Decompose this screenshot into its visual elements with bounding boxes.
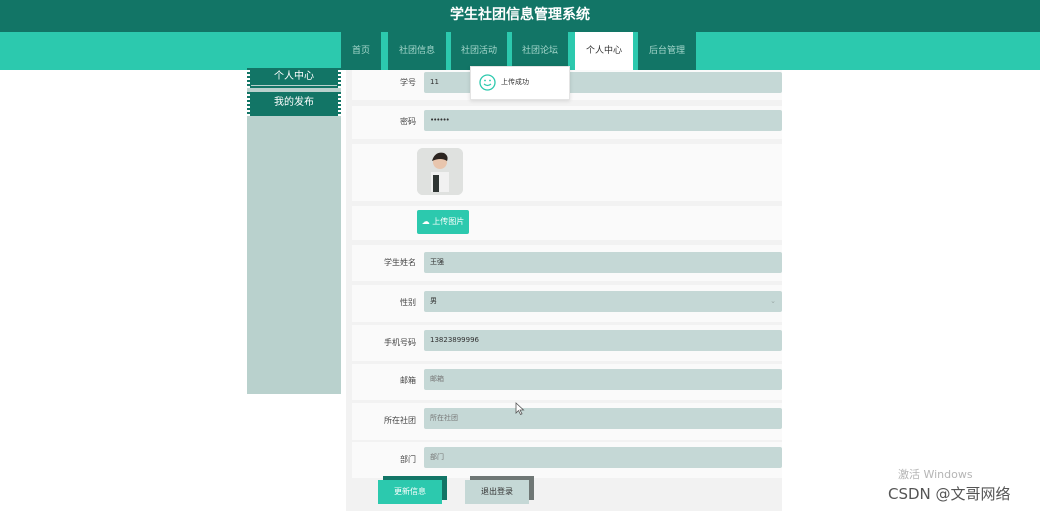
tab-edge-decoration [247,68,250,88]
phone-field[interactable]: 13823899996 [424,330,782,351]
field-label: 学生姓名 [384,258,416,267]
tab-club-forum[interactable]: 社团论坛 [512,32,568,70]
gender-select[interactable]: 男 ⌄ [424,291,782,312]
email-field[interactable]: 邮箱 [424,369,782,390]
upload-image-button[interactable]: ☁ 上传图片 [417,210,469,234]
form-row-department: 部门 部门 [352,442,782,478]
mouse-cursor-icon [515,402,525,416]
logout-button[interactable]: 退出登录 [465,480,529,504]
avatar [417,148,463,195]
update-info-button[interactable]: 更新信息 [378,480,442,504]
password-field[interactable]: •••••• [424,110,782,131]
sidebar-item-personal-center[interactable]: 个人中心 [247,68,341,88]
tab-edge-decoration [338,92,341,116]
form-row-avatar [352,144,782,201]
field-label: 所在社团 [384,416,416,425]
sidebar-item-label: 我的发布 [274,97,314,108]
tab-personal-center[interactable]: 个人中心 [575,32,633,70]
sidebar-item-label: 个人中心 [274,71,314,82]
upload-button-label: 上传图片 [432,217,465,226]
form-row-phone: 手机号码 13823899996 [352,325,782,361]
tab-home[interactable]: 首页 [341,32,381,70]
gender-value: 男 [430,297,437,305]
toast-text: 上传成功 [501,78,529,86]
field-label: 手机号码 [384,338,416,347]
department-field[interactable]: 部门 [424,447,782,468]
field-label: 密码 [400,117,416,126]
form-row-gender: 性别 男 ⌄ [352,285,782,322]
app-title: 学生社团信息管理系统 [0,0,1040,32]
sidebar-item-my-posts[interactable]: 我的发布 [247,92,341,116]
student-name-field[interactable]: 王强 [424,252,782,273]
tab-club-activities[interactable]: 社团活动 [451,32,507,70]
avatar-photo [417,148,463,195]
club-field[interactable]: 所在社团 [424,408,782,429]
profile-form: 学号 11 密码 •••••• ☁ 上传图片 学生姓名 王强 性别 男 ⌄ 手机… [346,70,782,511]
windows-activation-watermark: 激活 Windows [898,468,973,481]
form-row-name: 学生姓名 王强 [352,245,782,281]
tab-edge-decoration [338,68,341,88]
tab-admin[interactable]: 后台管理 [638,32,696,70]
chevron-down-icon: ⌄ [770,297,776,305]
form-row-password: 密码 •••••• [352,106,782,139]
form-row-club: 所在社团 所在社团 [352,403,782,440]
form-row-email: 邮箱 邮箱 [352,364,782,400]
upload-success-toast: 上传成功 [470,66,570,100]
form-row-upload: ☁ 上传图片 [352,206,782,240]
side-panel [247,70,341,394]
field-label: 部门 [400,455,416,464]
nav-band: 首页 社团信息 社团活动 社团论坛 个人中心 后台管理 [0,32,1040,70]
field-label: 学号 [400,78,416,87]
csdn-watermark: CSDN @文哥网络 [888,485,1011,503]
cloud-upload-icon: ☁ [421,217,430,226]
tab-edge-decoration [247,92,250,116]
smile-icon [479,74,496,91]
field-label: 性别 [400,298,416,307]
field-label: 邮箱 [400,376,416,385]
tab-club-info[interactable]: 社团信息 [388,32,446,70]
